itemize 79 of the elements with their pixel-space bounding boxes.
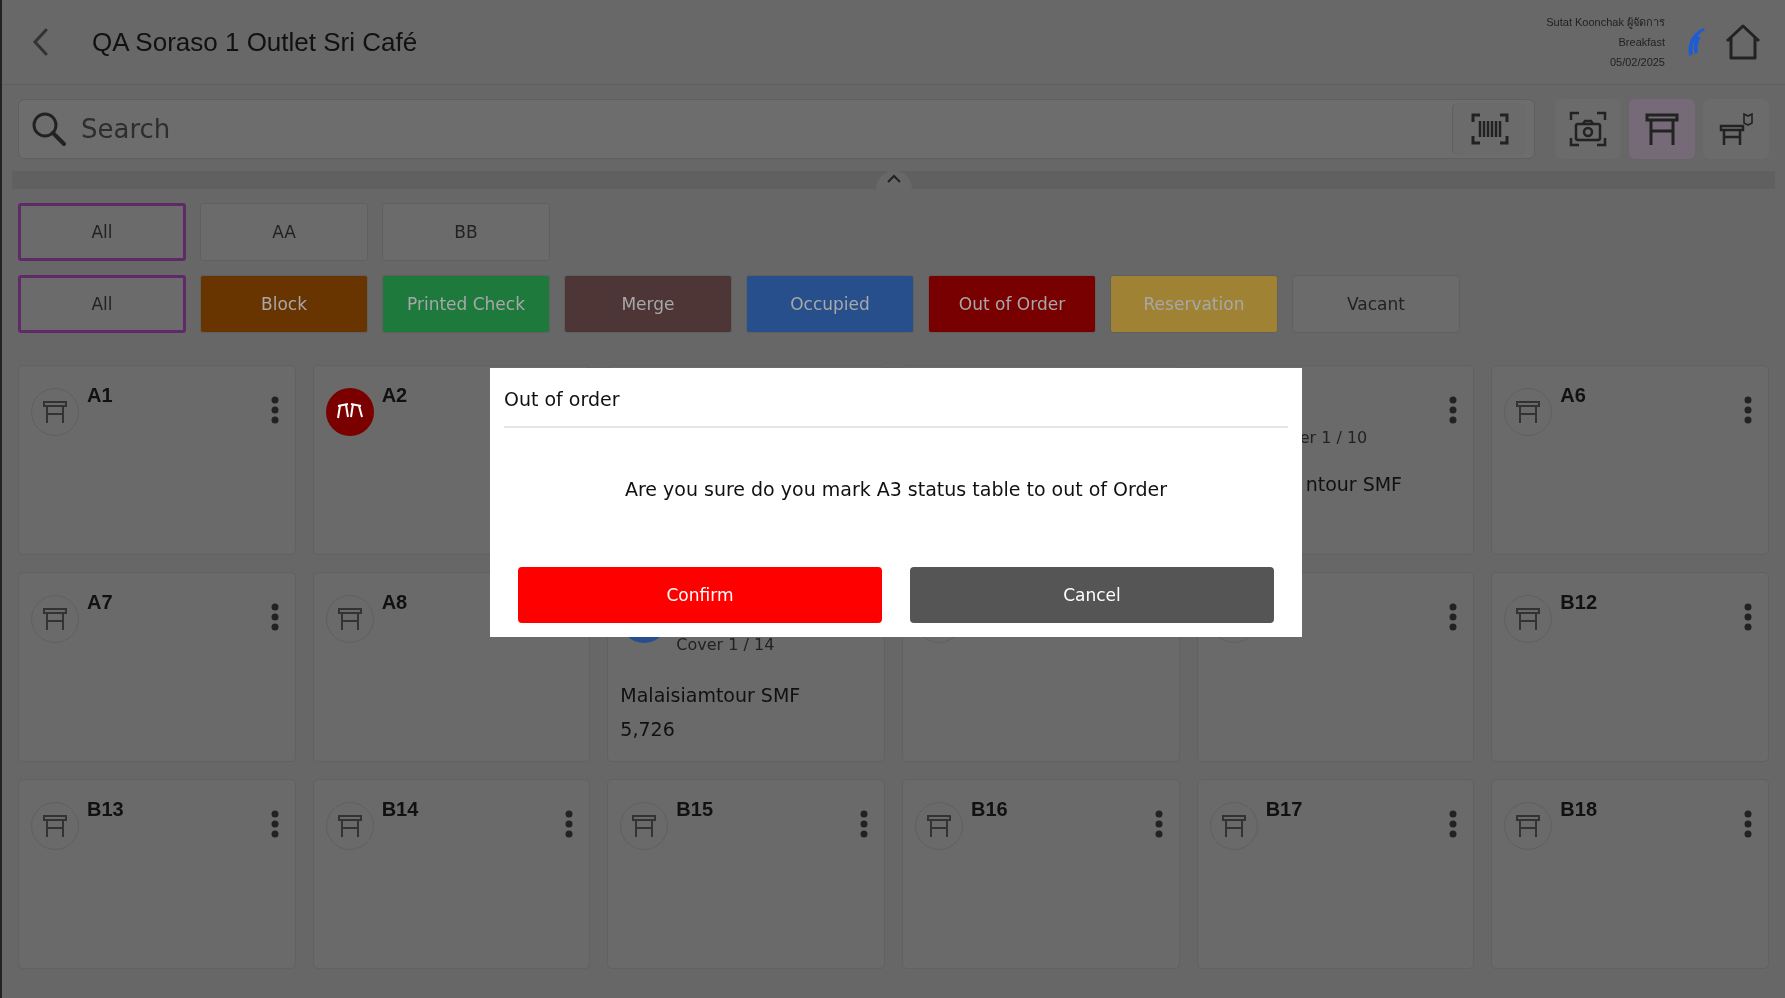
status-filter-button[interactable]: Out of Order (928, 275, 1096, 333)
more-options-icon[interactable] (1744, 603, 1752, 631)
more-options-icon[interactable] (1744, 810, 1752, 838)
search-input[interactable]: Search (79, 113, 1440, 145)
table-name: A7 (87, 591, 113, 613)
table-status-icon (620, 802, 669, 850)
barcode-icon (1470, 113, 1509, 145)
table-status-icon (325, 802, 374, 850)
table-status-icon (1209, 802, 1258, 850)
table-name: B18 (1560, 798, 1598, 820)
confirm-button[interactable]: Confirm (518, 567, 882, 623)
table-card[interactable]: B15 (607, 779, 885, 969)
dialog-message: Are you sure do you mark A3 status table to out of Order (624, 478, 1168, 500)
table-status-icon (31, 802, 79, 850)
search-field[interactable]: Search (18, 99, 1535, 159)
table-card[interactable]: A7 (18, 572, 296, 762)
status-filter-button[interactable]: Occupied (746, 275, 914, 333)
table-status-icon (325, 388, 374, 436)
table-status-icon (1504, 802, 1553, 850)
table-view-button[interactable] (1629, 99, 1695, 159)
zone-filter-tab[interactable]: AA (200, 203, 368, 261)
table-card[interactable]: A1 (18, 365, 296, 555)
guest-name: ntour SMF (1305, 473, 1404, 495)
status-filter-button[interactable]: Block (200, 275, 368, 333)
more-options-icon[interactable] (1744, 396, 1752, 424)
table-card[interactable]: B17 (1196, 779, 1475, 969)
table-card[interactable]: B18 (1491, 779, 1769, 969)
zone-filter-tab[interactable]: All (18, 203, 186, 261)
status-filter-button[interactable]: Printed Check (382, 275, 550, 333)
table-name: A1 (87, 384, 113, 406)
table-name: B14 (381, 798, 419, 820)
table-status-icon (1504, 388, 1553, 436)
table-name: A2 (381, 384, 408, 406)
more-options-icon[interactable] (270, 810, 279, 838)
more-options-icon[interactable] (860, 810, 868, 838)
more-options-icon[interactable] (1449, 603, 1458, 631)
more-options-icon[interactable] (1449, 396, 1458, 424)
more-options-icon[interactable] (1154, 810, 1163, 838)
status-filter-button[interactable]: Vacant (1292, 275, 1460, 333)
table-name: B17 (1265, 798, 1303, 820)
page-title: QA Soraso 1 Outlet Sri Café (92, 26, 418, 58)
business-date: 05/02/2025 (1609, 55, 1665, 70)
check-amount: 5,726 (620, 718, 676, 740)
table-status-icon (31, 388, 79, 436)
home-icon[interactable] (1723, 23, 1763, 61)
table-icon (1644, 111, 1680, 147)
table-map-icon (1718, 111, 1754, 147)
status-filter-button[interactable]: All (18, 275, 186, 333)
table-card[interactable]: B14 (312, 779, 591, 969)
more-options-icon[interactable] (565, 810, 574, 838)
table-name: A8 (381, 591, 408, 613)
table-card[interactable]: B12 (1491, 572, 1769, 762)
table-status-icon (1504, 595, 1553, 643)
guest-name: Malaisiamtour SMF (620, 684, 802, 706)
meal-period: Breakfast (1618, 35, 1665, 50)
user-name: Sutat Koonchak ผู้จัดการ (1546, 15, 1665, 31)
table-map-button[interactable] (1703, 99, 1769, 159)
search-icon (31, 111, 67, 147)
table-card[interactable]: B13 (18, 779, 296, 969)
zone-filter-tab[interactable]: BB (382, 203, 550, 261)
camera-scan-button[interactable] (1555, 99, 1621, 159)
more-options-icon[interactable] (270, 396, 279, 424)
table-status-icon (325, 595, 374, 643)
cancel-button[interactable]: Cancel (910, 567, 1274, 623)
cover-count: Cover 1 / 14 (676, 635, 776, 654)
status-filter-button[interactable]: Merge (564, 275, 732, 333)
table-card[interactable]: A6 (1491, 365, 1769, 555)
table-status-icon (915, 802, 963, 850)
table-name: A6 (1560, 384, 1586, 406)
more-options-icon[interactable] (270, 603, 279, 631)
table-name: B13 (87, 798, 124, 820)
table-name: B15 (676, 798, 714, 820)
table-name: B12 (1560, 591, 1598, 613)
table-name: B16 (971, 798, 1008, 820)
back-icon[interactable] (32, 28, 48, 56)
table-card[interactable]: B16 (902, 779, 1180, 969)
more-options-icon[interactable] (1449, 810, 1458, 838)
table-status-icon (31, 595, 79, 643)
camera-icon (1569, 111, 1607, 147)
